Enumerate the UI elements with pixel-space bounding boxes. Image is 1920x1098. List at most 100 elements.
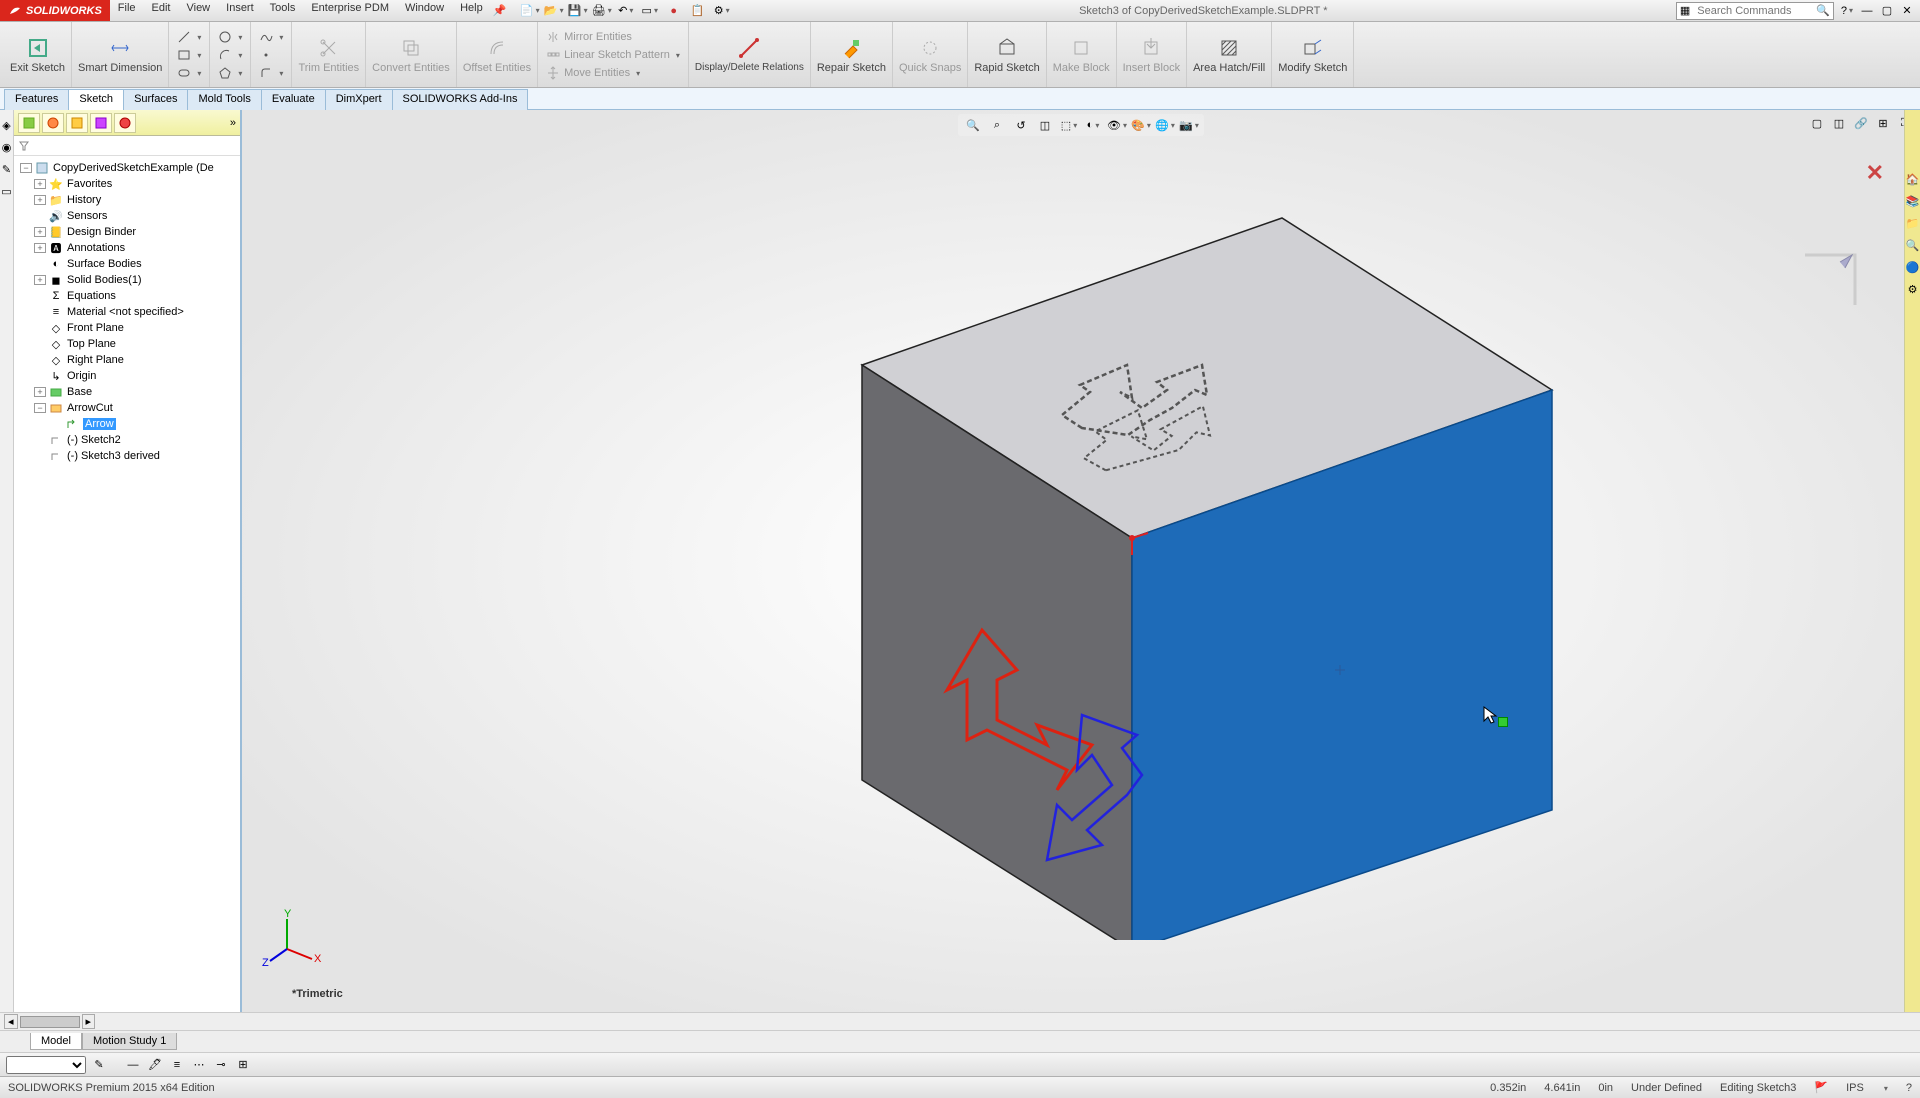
quick-snaps-button[interactable]: Quick Snaps xyxy=(893,22,968,87)
fm-tab-config[interactable] xyxy=(66,113,88,133)
tree-origin[interactable]: ↳Origin xyxy=(16,368,238,384)
fmt-icon[interactable]: ✎ xyxy=(90,1056,108,1074)
line-end-icon[interactable]: ⊸ xyxy=(212,1056,230,1074)
tree-surface-bodies[interactable]: ◐Surface Bodies xyxy=(16,256,238,272)
menu-view[interactable]: View xyxy=(178,2,218,20)
open-doc-button[interactable]: 📂 xyxy=(545,2,563,20)
menu-window[interactable]: Window xyxy=(397,2,452,20)
search-box[interactable]: ▦ 🔍 xyxy=(1676,2,1834,20)
grid-icon[interactable]: ⊞ xyxy=(234,1056,252,1074)
search-scope-icon[interactable]: ▦ xyxy=(1677,4,1693,17)
tree-solid-bodies[interactable]: +◼Solid Bodies(1) xyxy=(16,272,238,288)
new-doc-button[interactable]: 📄 xyxy=(521,2,539,20)
line-thick-icon[interactable]: ≡ xyxy=(168,1056,186,1074)
rectangle-tool[interactable] xyxy=(175,47,203,63)
fm-tab-tree[interactable] xyxy=(18,113,40,133)
zoom-fit-icon[interactable]: 🔍 xyxy=(964,116,982,134)
settings-button[interactable]: ⚙ xyxy=(713,2,731,20)
vp-link-icon[interactable]: 🔗 xyxy=(1852,114,1870,132)
line-style-icon[interactable]: ⋯ xyxy=(190,1056,208,1074)
select-button[interactable]: ▭ xyxy=(641,2,659,20)
tab-dimxpert[interactable]: DimXpert xyxy=(325,89,393,110)
insert-block-button[interactable]: Insert Block xyxy=(1117,22,1187,87)
tree-base[interactable]: +Base xyxy=(16,384,238,400)
pin-menu-icon[interactable]: 📌 xyxy=(491,2,509,20)
scroll-left-icon[interactable]: ◂ xyxy=(4,1014,18,1029)
tree-favorites[interactable]: +⭐Favorites xyxy=(16,176,238,192)
make-block-button[interactable]: Make Block xyxy=(1047,22,1117,87)
print-button[interactable]: 🖨 xyxy=(593,2,611,20)
arc-tool[interactable] xyxy=(216,47,244,63)
vp-two-icon[interactable]: ◫ xyxy=(1830,114,1848,132)
tree-equations[interactable]: ΣEquations xyxy=(16,288,238,304)
tree-history[interactable]: +📁History xyxy=(16,192,238,208)
polygon-tool[interactable] xyxy=(216,65,244,81)
fm-expand-icon[interactable]: » xyxy=(230,117,236,129)
tree-material[interactable]: ≡Material <not specified> xyxy=(16,304,238,320)
line-format-icon[interactable]: — xyxy=(124,1056,142,1074)
menu-tools[interactable]: Tools xyxy=(262,2,304,20)
model-geometry[interactable] xyxy=(592,160,1792,940)
tree-front-plane[interactable]: ◇Front Plane xyxy=(16,320,238,336)
tree-annotations[interactable]: +🅰Annotations xyxy=(16,240,238,256)
point-tool[interactable] xyxy=(257,47,285,63)
taskpane-resources-icon[interactable]: 🏠 xyxy=(1904,170,1920,188)
tab-addins[interactable]: SOLIDWORKS Add-Ins xyxy=(392,89,529,110)
bottom-tab-model[interactable]: Model xyxy=(30,1033,82,1050)
previous-view-icon[interactable]: ↺ xyxy=(1012,116,1030,134)
convert-entities-button[interactable]: Convert Entities xyxy=(366,22,457,87)
rebuild-button[interactable]: ● xyxy=(665,2,683,20)
offset-entities-button[interactable]: Offset Entities xyxy=(457,22,538,87)
save-button[interactable]: 💾 xyxy=(569,2,587,20)
tree-sketch2[interactable]: (-) Sketch2 xyxy=(16,432,238,448)
status-units-dd[interactable] xyxy=(1882,1082,1888,1094)
tree-arrow-sketch[interactable]: Arrow xyxy=(16,416,238,432)
taskpane-explorer-icon[interactable]: 📁 xyxy=(1904,214,1920,232)
circle-tool[interactable] xyxy=(216,29,244,45)
fm-tab-property[interactable] xyxy=(42,113,64,133)
menu-edit[interactable]: Edit xyxy=(144,2,179,20)
tab-sketch[interactable]: Sketch xyxy=(68,89,124,110)
taskpane-custom-icon[interactable]: ⚙ xyxy=(1904,280,1920,298)
fm-tab-dim[interactable] xyxy=(90,113,112,133)
tree-design-binder[interactable]: +📒Design Binder xyxy=(16,224,238,240)
scroll-right-icon[interactable]: ▸ xyxy=(82,1014,96,1029)
graphics-viewport[interactable]: 🔍 ⌕ ↺ ◫ ⬚ ◐ 👁 🎨 🌐 📷 ▢ ◫ 🔗 ⊞ ⛶ ✕ xyxy=(242,110,1920,1012)
move-entities-button[interactable]: Move Entities xyxy=(544,65,682,81)
options-button[interactable]: 📋 xyxy=(689,2,707,20)
status-help-icon[interactable]: ? xyxy=(1906,1082,1912,1094)
tree-root[interactable]: −CopyDerivedSketchExample (De xyxy=(16,160,238,176)
tree-filter[interactable] xyxy=(14,136,240,156)
orientation-triad[interactable]: Y X Z xyxy=(262,909,322,972)
edit-appearance-icon[interactable]: 🎨 xyxy=(1132,116,1150,134)
view-settings-icon[interactable]: 📷 xyxy=(1180,116,1198,134)
tab-evaluate[interactable]: Evaluate xyxy=(261,89,326,110)
help-dropdown[interactable]: ? xyxy=(1838,2,1856,20)
menu-file[interactable]: File xyxy=(110,2,144,20)
tree-right-plane[interactable]: ◇Right Plane xyxy=(16,352,238,368)
vp-four-icon[interactable]: ⊞ xyxy=(1874,114,1892,132)
zoom-area-icon[interactable]: ⌕ xyxy=(988,116,1006,134)
line-tool[interactable] xyxy=(175,29,203,45)
menu-insert[interactable]: Insert xyxy=(218,2,262,20)
section-view-icon[interactable]: ◫ xyxy=(1036,116,1054,134)
rapid-sketch-button[interactable]: Rapid Sketch xyxy=(968,22,1046,87)
modify-sketch-button[interactable]: Modify Sketch xyxy=(1272,22,1354,87)
fillet-tool[interactable] xyxy=(257,65,285,81)
mirror-entities-button[interactable]: Mirror Entities xyxy=(544,29,682,45)
tree-sensors[interactable]: 🔊Sensors xyxy=(16,208,238,224)
hide-show-icon[interactable]: 👁 xyxy=(1108,116,1126,134)
area-hatch-button[interactable]: Area Hatch/Fill xyxy=(1187,22,1272,87)
scroll-thumb[interactable] xyxy=(20,1016,80,1028)
undo-button[interactable]: ↶ xyxy=(617,2,635,20)
bottom-tab-motion[interactable]: Motion Study 1 xyxy=(82,1033,177,1050)
vp-single-icon[interactable]: ▢ xyxy=(1808,114,1826,132)
menu-help[interactable]: Help xyxy=(452,2,491,20)
tab-features[interactable]: Features xyxy=(4,89,69,110)
view-orientation-icon[interactable]: ⬚ xyxy=(1060,116,1078,134)
maximize-button[interactable]: ▢ xyxy=(1878,2,1896,20)
menu-enterprise-pdm[interactable]: Enterprise PDM xyxy=(303,2,397,20)
trim-entities-button[interactable]: Trim Entities xyxy=(292,22,366,87)
taskpane-view-icon[interactable]: 🔍 xyxy=(1904,236,1920,254)
tab-mold-tools[interactable]: Mold Tools xyxy=(187,89,261,110)
